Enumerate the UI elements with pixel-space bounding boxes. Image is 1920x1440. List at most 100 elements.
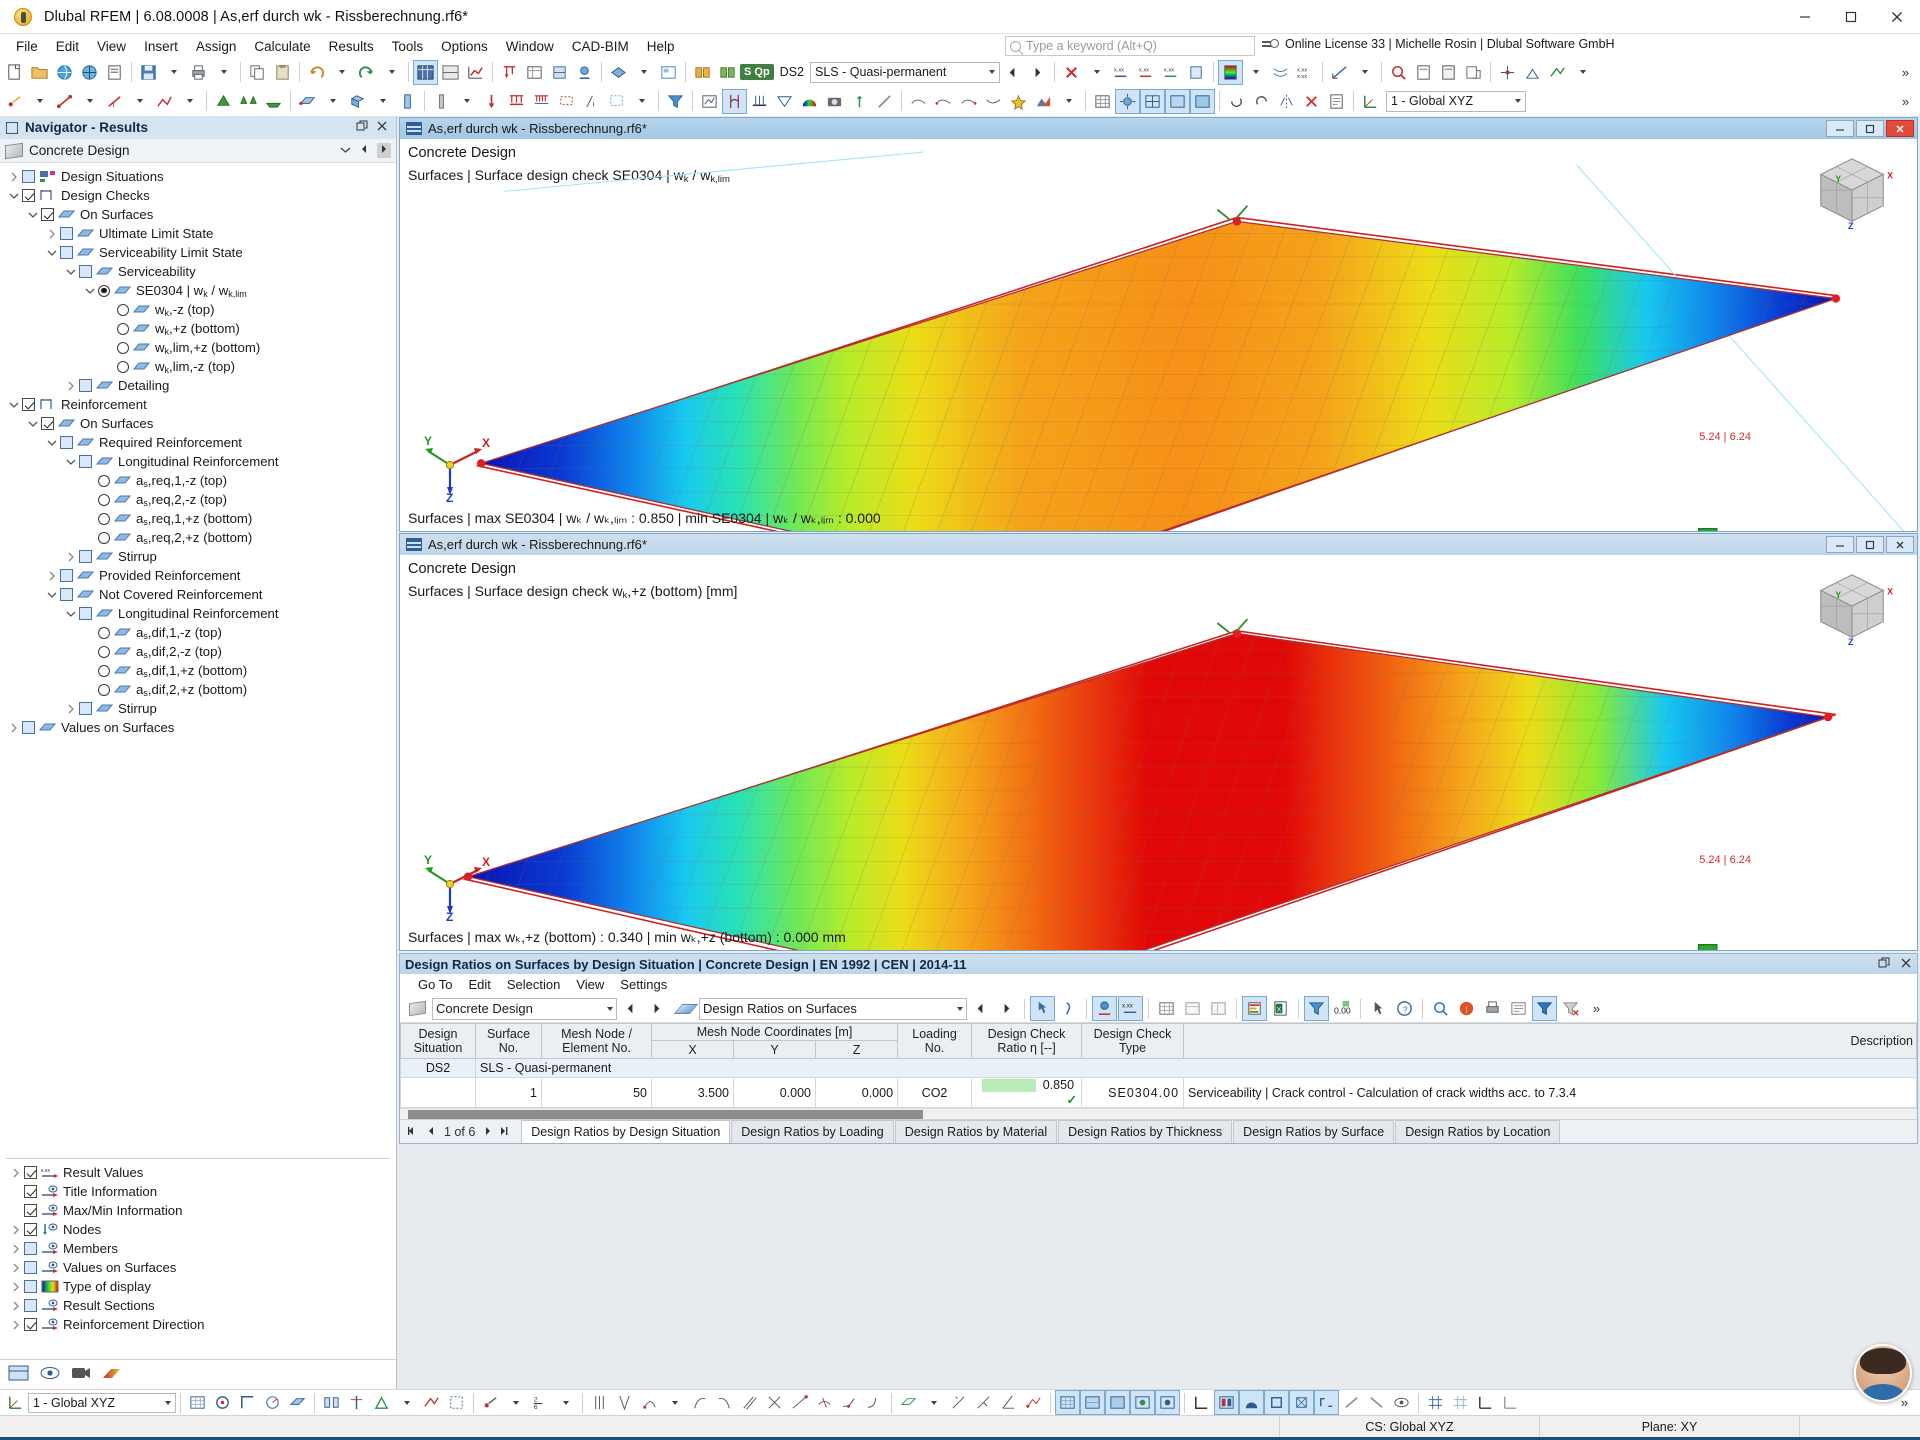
extend-icon[interactable] [787,1390,812,1415]
free-load-icon[interactable] [554,89,579,114]
intersect-icon[interactable] [762,1390,787,1415]
curve3-icon[interactable] [956,89,981,114]
tree-item[interactable]: Longitudinal Reinforcement [0,604,396,623]
section-dropdown-icon[interactable] [629,89,654,114]
select-cursor-icon[interactable] [1366,996,1391,1021]
color-spectrum-icon[interactable] [797,89,822,114]
wp-icon-5[interactable] [444,1390,469,1415]
results-tree[interactable]: Design Situations Design Checks On Surface… [0,163,396,1152]
tree-expander-icon[interactable] [63,606,79,622]
menu-item-results[interactable]: Results [320,37,383,56]
fillet-icon[interactable] [862,1390,887,1415]
tree-checkbox[interactable] [60,436,73,449]
tree-radio[interactable] [98,531,110,544]
show-result-values-icon[interactable] [1092,996,1117,1021]
col-mesh-node-element[interactable]: Mesh Node / Element No. [541,1023,652,1059]
pager-first-icon[interactable] [408,1125,419,1139]
display-option-expander-icon[interactable] [8,1241,24,1257]
view-cube-gizmo-top[interactable]: Y X Z [1803,149,1901,233]
wireframe-icon[interactable] [1264,1390,1289,1415]
viewport-top-minimize-button[interactable] [1826,120,1854,137]
table-module-next-icon[interactable] [644,996,669,1021]
find-icon[interactable] [1428,996,1453,1021]
display-option-checkbox[interactable] [24,1318,37,1331]
paste-icon[interactable] [270,60,295,85]
table-module-combo[interactable]: Concrete Design [432,997,617,1020]
section-cut-icon[interactable] [1339,1390,1364,1415]
loads-icon[interactable] [497,60,522,85]
coordinate-system-combo[interactable]: 1 - Global XYZ [1386,90,1526,112]
tree-checkbox[interactable] [22,189,35,202]
navigator-tab-colors-icon[interactable] [101,1364,123,1385]
print-preview-icon[interactable] [102,60,127,85]
tree-expander-icon[interactable] [44,435,60,451]
arc-icon[interactable] [687,1390,712,1415]
tree-radio[interactable] [98,493,110,506]
tree-radio[interactable] [98,284,110,297]
tree-item[interactable]: Stirrup [0,699,396,718]
menu-item-options[interactable]: Options [432,37,497,56]
mesh-settings-icon[interactable] [1115,88,1140,114]
navigator-tab-data-icon[interactable] [8,1364,30,1385]
vector-icon[interactable] [847,89,872,114]
centerline-icon[interactable] [946,1390,971,1415]
export-excel-icon[interactable]: X [1268,996,1293,1021]
tab-design-ratios-by-thickness[interactable]: Design Ratios by Thickness [1058,1120,1233,1144]
tangent-icon[interactable] [637,1390,662,1415]
display-option-checkbox[interactable] [24,1299,37,1312]
table-menu-settings[interactable]: Settings [612,976,675,993]
member-tool-icon[interactable] [395,89,420,114]
display-option-item[interactable]: Values on Surfaces [0,1258,396,1277]
results-grid[interactable]: Design Situation Surface No. Mesh Node /… [400,1023,1917,1109]
mesh-node-icon[interactable] [1021,1390,1046,1415]
tree-checkbox[interactable] [79,607,92,620]
thickness-dropdown-icon[interactable] [454,89,479,114]
maximize-button[interactable] [1828,0,1874,34]
tree-checkbox[interactable] [60,227,73,240]
snap-icon[interactable] [1495,60,1520,85]
results-table-icon[interactable] [522,60,547,85]
tree-checkbox[interactable] [79,379,92,392]
tree-item[interactable]: wk,lim,+z (bottom) [0,338,396,357]
section-icon[interactable] [604,89,629,114]
grid-toggle2-icon[interactable] [1448,1390,1473,1415]
viewport-top-maximize-button[interactable] [1856,120,1884,137]
tab-design-ratios-by-location[interactable]: Design Ratios by Location [1395,1120,1561,1144]
tree-item[interactable]: wk,-z (top) [0,300,396,319]
hidden-lines-icon[interactable] [1314,1390,1339,1415]
tree-radio[interactable] [98,626,110,639]
overflow-toolbar-button-2[interactable]: » [1893,89,1918,114]
object-snap-dropdown-icon[interactable] [1570,60,1595,85]
zoom-icon[interactable] [1386,60,1411,85]
module-dropdown-icon[interactable] [340,145,351,157]
object-snap-toggle-icon[interactable] [210,1390,235,1415]
polyline-tool-icon[interactable] [152,89,177,114]
tree-item[interactable]: as,dif,1,+z (bottom) [0,661,396,680]
table-menu-edit[interactable]: Edit [460,976,498,993]
display-option-expander-icon[interactable] [8,1222,24,1238]
tree-item[interactable]: wk,+z (bottom) [0,319,396,338]
tree-item[interactable]: Reinforcement [0,395,396,414]
menu-item-cad-bim[interactable]: CAD-BIM [563,37,638,56]
tree-item[interactable]: Values on Surfaces [0,718,396,737]
tree-checkbox[interactable] [22,170,35,183]
render-icon[interactable] [438,60,463,85]
module-prev-icon[interactable] [360,144,368,157]
navigator-undock-icon[interactable] [356,120,368,135]
perp-icon[interactable] [971,1390,996,1415]
print-report-icon[interactable] [1411,60,1436,85]
tree-item[interactable]: Design Situations [0,167,396,186]
thickness-icon[interactable] [429,89,454,114]
angle-icon[interactable] [612,1390,637,1415]
tree-radio[interactable] [98,512,110,525]
print-icon[interactable] [186,60,211,85]
line-tool-icon[interactable] [52,89,77,114]
view-settings-icon[interactable] [656,60,681,85]
fe-mesh2-icon[interactable] [1080,1390,1105,1415]
col-description[interactable]: Description [1183,1023,1917,1059]
tree-item[interactable]: as,dif,2,-z (top) [0,642,396,661]
menu-item-insert[interactable]: Insert [135,37,187,56]
tree-checkbox[interactable] [79,702,92,715]
copy-view-icon[interactable] [1461,60,1486,85]
tangent-dropdown-icon[interactable] [662,1390,687,1415]
